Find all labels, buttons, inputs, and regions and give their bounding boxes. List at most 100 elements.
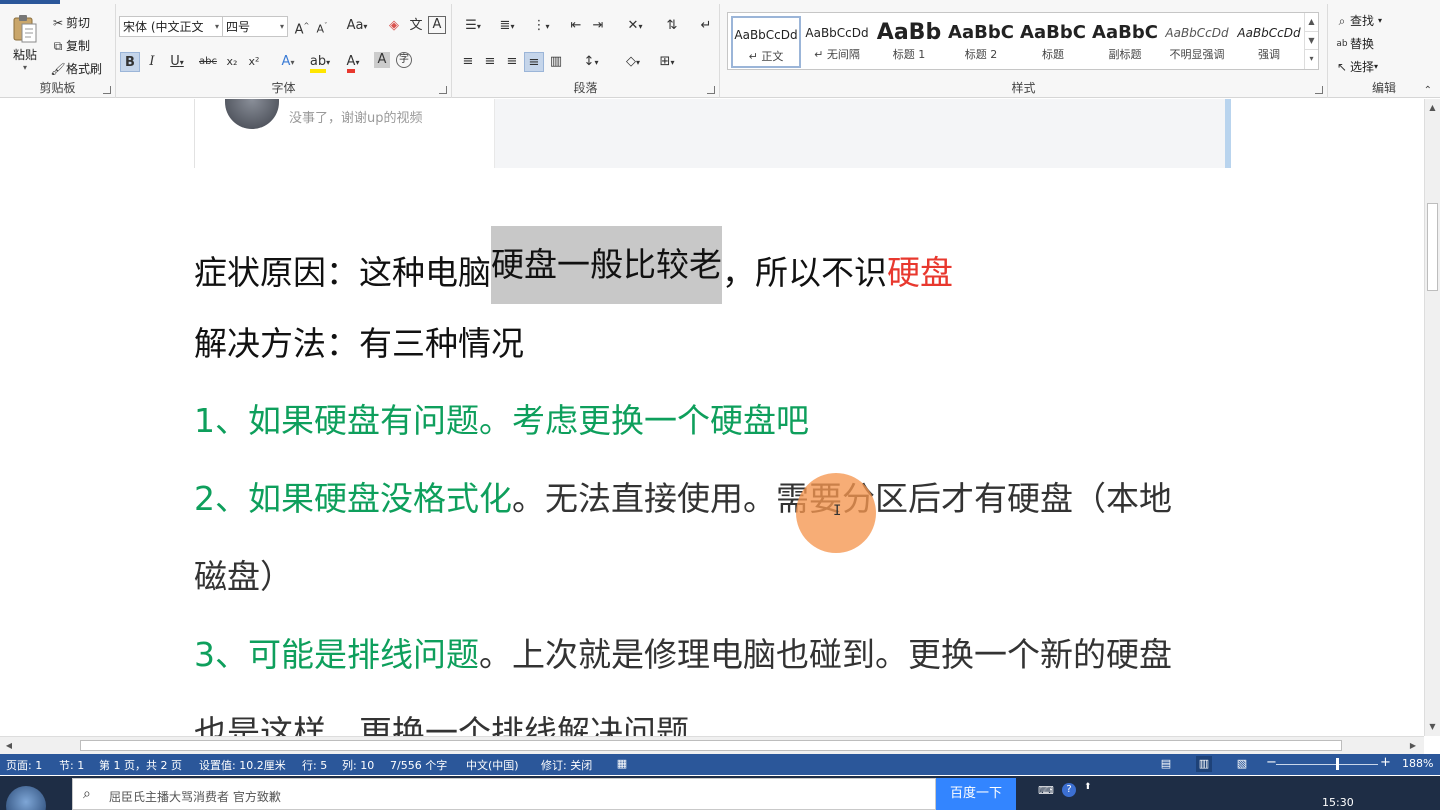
web-layout-icon[interactable]: ▧ <box>1234 756 1250 772</box>
shrink-font-button[interactable]: Aˇ <box>312 16 332 36</box>
style-heading-2[interactable]: AaBbC 标题 2 <box>946 16 1016 68</box>
phonetic-guide-button[interactable]: 文 <box>406 16 426 36</box>
status-word-count[interactable]: 7/556 个字 <box>390 757 447 773</box>
style-subtle-emphasis[interactable]: AaBbCcDd 不明显强调 <box>1162 16 1232 68</box>
macro-record-icon[interactable]: ▦ <box>614 756 630 772</box>
status-section[interactable]: 节: 1 <box>59 757 84 773</box>
read-mode-icon[interactable]: ▤ <box>1158 756 1174 772</box>
zoom-slider-thumb[interactable] <box>1336 758 1340 770</box>
align-left-button[interactable]: ≡ <box>458 52 478 72</box>
chevron-up-icon[interactable]: ▲ <box>1305 13 1318 32</box>
style-heading-1[interactable]: AaBb 标题 1 <box>874 16 944 68</box>
chevron-down-icon[interactable]: ▼ <box>1305 32 1318 51</box>
style-emphasis[interactable]: AaBbCcDd 强调 <box>1234 16 1304 68</box>
character-border-button[interactable]: A <box>428 16 446 34</box>
cut-button[interactable]: ✂ 剪切 <box>50 14 90 31</box>
align-center-button[interactable]: ≡ <box>480 52 500 72</box>
paste-dropdown-icon[interactable]: ▾ <box>23 63 27 72</box>
italic-button[interactable]: I <box>142 52 162 72</box>
strikethrough-button[interactable]: abc <box>196 52 220 72</box>
style-subtitle[interactable]: AaBbC 副标题 <box>1090 16 1160 68</box>
doc-line-3[interactable]: 1、如果硬盘有问题。考虑更换一个硬盘吧 <box>194 401 809 441</box>
zoom-slider[interactable] <box>1276 758 1378 770</box>
keyboard-icon[interactable]: ⌨ <box>1038 784 1054 797</box>
start-button[interactable] <box>6 786 46 810</box>
styles-launcher-icon[interactable] <box>1315 86 1323 94</box>
font-launcher-icon[interactable] <box>439 86 447 94</box>
doc-line-6[interactable]: 3、可能是排线问题。上次就是修理电脑也碰到。更换一个新的硬盘 <box>194 635 1172 675</box>
multilevel-list-button[interactable]: ⋮▾ <box>526 16 556 36</box>
zoom-level[interactable]: 188% <box>1402 757 1433 770</box>
borders-button[interactable]: ⊞▾ <box>652 52 682 72</box>
status-page-of[interactable]: 第 1 页，共 2 页 <box>99 757 182 773</box>
superscript-button[interactable]: x² <box>244 52 264 72</box>
scroll-up-icon[interactable]: ▲ <box>1425 101 1440 115</box>
horizontal-scrollbar[interactable]: ◀ ▶ <box>0 736 1424 754</box>
clear-formatting-button[interactable]: ◈ <box>384 16 404 36</box>
numbering-button[interactable]: ≣▾ <box>492 16 522 36</box>
enclose-characters-button[interactable]: 字 <box>396 52 412 68</box>
status-position[interactable]: 设置值: 10.2厘米 <box>199 757 286 773</box>
doc-line-2[interactable]: 解决方法：有三种情况 <box>194 324 524 364</box>
help-icon[interactable]: ? <box>1062 783 1076 797</box>
status-column[interactable]: 列: 10 <box>342 757 374 773</box>
justify-button[interactable]: ≡ <box>524 52 544 72</box>
bold-button[interactable]: B <box>120 52 140 72</box>
collapse-ribbon-icon[interactable]: ⌃ <box>1424 85 1432 96</box>
bullets-button[interactable]: ☰▾ <box>458 16 488 36</box>
style-title[interactable]: AaBbC 标题 <box>1018 16 1088 68</box>
doc-line-4[interactable]: 2、如果硬盘没格式化。无法直接使用。需要分区后才有硬盘（本地 <box>194 479 1172 519</box>
search-button[interactable]: 百度一下 <box>936 778 1016 810</box>
decrease-indent-button[interactable]: ⇤ <box>566 16 586 36</box>
print-layout-icon[interactable]: ▥ <box>1196 756 1212 772</box>
vertical-scroll-thumb[interactable] <box>1427 203 1438 291</box>
find-button[interactable]: ⌕ 查找 ▾ <box>1334 12 1382 29</box>
text-effects-button[interactable]: A▾ <box>276 52 300 72</box>
vertical-scrollbar[interactable]: ▲ ▼ <box>1424 99 1440 736</box>
doc-line-5[interactable]: 磁盘） <box>194 557 293 597</box>
chinese-layout-button[interactable]: ✕▾ <box>620 16 650 36</box>
doc-line-1[interactable]: 症状原因：这种电脑硬盘一般比较老，所以不识硬盘 <box>194 226 953 304</box>
style-no-spacing[interactable]: AaBbCcDd ↵ 无间隔 <box>802 16 872 68</box>
status-track-changes[interactable]: 修订: 关闭 <box>541 757 592 773</box>
scroll-left-icon[interactable]: ◀ <box>2 739 16 753</box>
status-language[interactable]: 中文(中国) <box>466 757 519 773</box>
shading-button[interactable]: ◇▾ <box>618 52 648 72</box>
align-right-button[interactable]: ≡ <box>502 52 522 72</box>
change-case-button[interactable]: Aa▾ <box>342 16 372 36</box>
scroll-right-icon[interactable]: ▶ <box>1406 739 1420 753</box>
doc-line-7[interactable]: 也是这样。更换一个排线解决问题 <box>194 713 689 736</box>
highlight-button[interactable]: ab▾ <box>306 52 334 73</box>
style-normal[interactable]: AaBbCcDd ↵ 正文 <box>731 16 801 68</box>
paste-button[interactable]: 粘贴 ▾ <box>8 14 42 76</box>
status-page[interactable]: 页面: 1 <box>6 757 42 773</box>
search-input[interactable]: ⌕ 屈臣氏主播大骂消费者 官方致歉 <box>72 778 936 810</box>
increase-indent-button[interactable]: ⇥ <box>588 16 608 36</box>
document-area[interactable]: 没事了，谢谢up的视频 症状原因：这种电脑硬盘一般比较老，所以不识硬盘 解决方法… <box>0 99 1424 736</box>
more-styles-icon[interactable]: ▾ <box>1305 50 1318 69</box>
copy-button[interactable]: ⧉ 复制 <box>50 37 90 54</box>
show-marks-button[interactable]: ↵ <box>696 16 716 36</box>
sort-button[interactable]: ⇅ <box>662 16 682 36</box>
font-size-combo[interactable]: 四号 ▾ <box>222 16 288 37</box>
character-shading-button[interactable]: A <box>374 52 390 68</box>
format-painter-button[interactable]: 🖌 格式刷 <box>50 60 102 77</box>
distributed-button[interactable]: ▥ <box>546 52 566 72</box>
replace-button[interactable]: ab 替换 <box>1334 35 1374 52</box>
horizontal-scroll-thumb[interactable] <box>80 740 1342 751</box>
zoom-in-button[interactable]: + <box>1380 755 1391 770</box>
underline-button[interactable]: U▾ <box>164 52 190 72</box>
line-spacing-button[interactable]: ↕▾ <box>576 52 606 72</box>
paragraph-launcher-icon[interactable] <box>707 86 715 94</box>
clipboard-launcher-icon[interactable] <box>103 86 111 94</box>
font-color-button[interactable]: A▾ <box>340 52 366 73</box>
scroll-down-icon[interactable]: ▼ <box>1425 720 1440 734</box>
clock[interactable]: 15:30 <box>1322 796 1354 809</box>
select-button[interactable]: ↖ 选择 ▾ <box>1334 58 1378 75</box>
font-name-combo[interactable]: 宋体 (中文正文 ▾ <box>119 16 223 37</box>
zoom-out-button[interactable]: − <box>1266 755 1277 770</box>
status-row[interactable]: 行: 5 <box>302 757 327 773</box>
subscript-button[interactable]: x₂ <box>222 52 242 72</box>
grow-font-button[interactable]: A^ <box>292 16 312 37</box>
tray-menu-icon[interactable]: ⬆ <box>1084 782 1092 792</box>
